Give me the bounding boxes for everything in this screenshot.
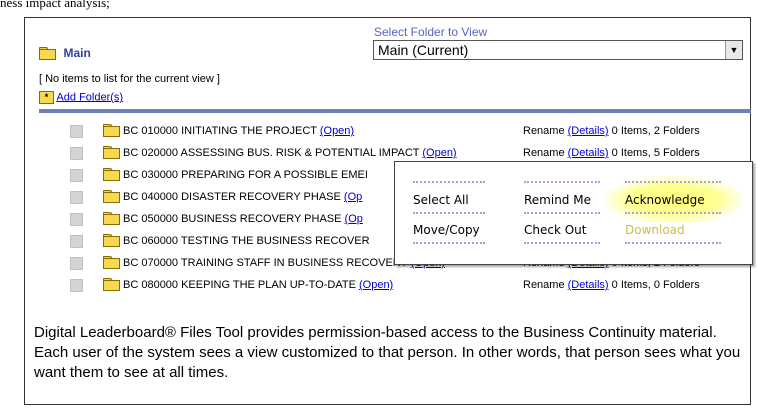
folder-counts: 0 Items, 0 Folders xyxy=(611,279,700,291)
folder-name: BC 060000 TESTING THE BUSINESS RECOVER xyxy=(123,235,370,247)
folder-icon xyxy=(103,278,120,291)
folder-row: BC 080000 KEEPING THE PLAN UP-TO-DATE (O… xyxy=(25,275,752,295)
divider xyxy=(625,212,721,214)
remind-me-action[interactable]: Remind Me xyxy=(524,193,591,207)
open-link[interactable]: (Op xyxy=(344,191,362,203)
open-link[interactable]: (Open) xyxy=(359,279,393,291)
add-folder-link[interactable]: Add Folder(s) xyxy=(56,91,123,103)
divider xyxy=(524,242,600,244)
rename-action[interactable]: Rename xyxy=(523,279,565,291)
row-checkbox[interactable] xyxy=(70,125,83,138)
current-folder-header: Main xyxy=(39,44,91,62)
rename-action[interactable]: Rename xyxy=(523,147,565,159)
details-link[interactable]: (Details) xyxy=(568,279,609,291)
add-folder-icon[interactable]: * xyxy=(39,91,54,104)
folder-icon xyxy=(103,190,120,203)
row-checkbox[interactable] xyxy=(70,147,83,160)
current-folder-title: Main xyxy=(63,45,91,60)
folder-counts: 0 Items, 5 Folders xyxy=(611,147,700,159)
folder-name: BC 010000 INITIATING THE PROJECT xyxy=(123,125,317,137)
folder-row: BC 020000 ASSESSING BUS. RISK & POTENTIA… xyxy=(25,143,752,163)
acknowledge-action[interactable]: Acknowledge xyxy=(625,193,705,207)
details-link[interactable]: (Details) xyxy=(568,125,609,137)
check-out-action[interactable]: Check Out xyxy=(524,223,586,237)
folder-icon xyxy=(103,212,120,225)
folder-name: BC 050000 BUSINESS RECOVERY PHASE xyxy=(123,213,342,225)
select-folder-label: Select Folder to View xyxy=(374,25,488,39)
add-folder-row: * Add Folder(s) xyxy=(39,91,123,104)
row-checkbox[interactable] xyxy=(70,213,83,226)
details-link[interactable]: (Details) xyxy=(568,147,609,159)
folder-icon xyxy=(103,124,120,137)
folder-icon xyxy=(103,168,120,181)
folder-icon xyxy=(39,46,56,60)
divider xyxy=(413,242,485,244)
folder-name: BC 070000 TRAINING STAFF IN BUSINESS REC… xyxy=(123,257,408,269)
divider xyxy=(625,181,721,183)
divider-bar xyxy=(39,109,751,113)
folder-counts: 0 Items, 2 Folders xyxy=(611,125,700,137)
folder-select-value: Main (Current) xyxy=(378,42,469,58)
folder-row: BC 010000 INITIATING THE PROJECT (Open) … xyxy=(25,121,752,141)
download-action[interactable]: Download xyxy=(625,223,685,237)
select-all-action[interactable]: Select All xyxy=(413,193,469,207)
divider xyxy=(413,212,485,214)
divider xyxy=(524,181,600,183)
folder-icon xyxy=(103,256,120,269)
open-link[interactable]: (Open) xyxy=(422,147,456,159)
open-link[interactable]: (Open) xyxy=(320,125,354,137)
move-copy-action[interactable]: Move/Copy xyxy=(413,223,480,237)
top-text-fragment: ness impact analysis; xyxy=(0,0,110,10)
action-popup-menu: Select All Remind Me Acknowledge Move/Co… xyxy=(394,161,753,265)
folder-name: BC 030000 PREPARING FOR A POSSIBLE EMEI xyxy=(123,169,368,181)
divider xyxy=(413,181,485,183)
divider xyxy=(524,212,600,214)
empty-list-message: [ No items to list for the current view … xyxy=(39,73,220,85)
row-checkbox[interactable] xyxy=(70,169,83,182)
open-link[interactable]: (Op xyxy=(345,213,363,225)
rename-action[interactable]: Rename xyxy=(523,125,565,137)
folder-select[interactable]: Main (Current) ▼ xyxy=(373,40,743,60)
folder-name: BC 080000 KEEPING THE PLAN UP-TO-DATE xyxy=(123,279,356,291)
divider xyxy=(625,242,721,244)
folder-icon xyxy=(103,146,120,159)
folder-name: BC 040000 DISASTER RECOVERY PHASE xyxy=(123,191,341,203)
row-checkbox[interactable] xyxy=(70,191,83,204)
chevron-down-icon[interactable]: ▼ xyxy=(725,41,742,59)
caption-text: Digital Leaderboard® Files Tool provides… xyxy=(34,324,741,381)
folder-name: BC 020000 ASSESSING BUS. RISK & POTENTIA… xyxy=(123,147,420,159)
row-checkbox[interactable] xyxy=(70,235,83,248)
row-checkbox[interactable] xyxy=(70,279,83,292)
row-checkbox[interactable] xyxy=(70,257,83,270)
folder-icon xyxy=(103,234,120,247)
